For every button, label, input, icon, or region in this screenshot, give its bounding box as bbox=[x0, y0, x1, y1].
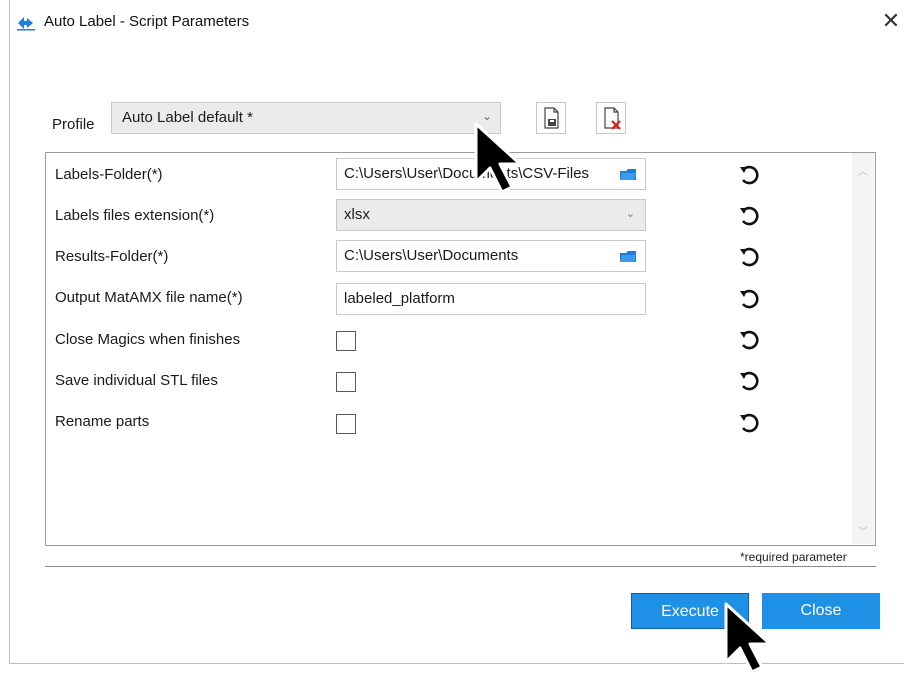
scroll-up-icon[interactable]: ︿ bbox=[852, 163, 874, 178]
rename-parts-checkbox[interactable] bbox=[336, 414, 356, 434]
chevron-down-icon: ⌄ bbox=[625, 208, 635, 220]
reset-icon[interactable] bbox=[738, 329, 760, 351]
profile-select[interactable]: Auto Label default * ⌄ bbox=[111, 102, 501, 134]
reset-icon[interactable] bbox=[738, 246, 760, 268]
close-magics-checkbox[interactable] bbox=[336, 331, 356, 351]
reset-icon[interactable] bbox=[738, 412, 760, 434]
app-logo-icon bbox=[17, 17, 35, 31]
param-label-rename-parts: Rename parts bbox=[55, 413, 150, 430]
scroll-down-icon[interactable]: ﹀ bbox=[852, 523, 874, 538]
reset-icon[interactable] bbox=[738, 288, 760, 310]
required-parameter-note: *required parameter bbox=[740, 550, 847, 564]
folder-icon[interactable] bbox=[619, 249, 637, 264]
labels-folder-value: C:\Users\User\Documents\CSV-Files bbox=[344, 165, 590, 182]
reset-icon[interactable] bbox=[738, 370, 760, 392]
title-bar: Auto Label - Script Parameters ✕ bbox=[0, 0, 904, 44]
output-filename-input[interactable]: labeled_platform bbox=[336, 283, 646, 315]
folder-icon[interactable] bbox=[619, 167, 637, 182]
results-folder-value: C:\Users\User\Documents bbox=[344, 247, 519, 264]
mouse-cursor-icon bbox=[474, 122, 522, 194]
delete-profile-button[interactable] bbox=[596, 102, 626, 134]
param-label-extension: Labels files extension(*) bbox=[55, 207, 215, 224]
param-label-output-name: Output MatAMX file name(*) bbox=[55, 289, 243, 306]
param-label-results-folder: Results-Folder(*) bbox=[55, 248, 169, 265]
reset-icon[interactable] bbox=[738, 164, 760, 186]
delete-document-icon bbox=[604, 107, 621, 130]
mouse-cursor-icon bbox=[724, 602, 772, 674]
extension-select[interactable]: xlsx ⌄ bbox=[336, 199, 646, 231]
profile-label: Profile bbox=[52, 116, 95, 133]
profile-value: Auto Label default * bbox=[122, 109, 253, 126]
param-label-labels-folder: Labels-Folder(*) bbox=[55, 166, 163, 183]
save-profile-button[interactable] bbox=[536, 102, 566, 134]
save-document-icon bbox=[544, 107, 559, 129]
footer-divider bbox=[45, 566, 876, 567]
vertical-scrollbar[interactable]: ︿ ﹀ bbox=[852, 153, 874, 544]
output-filename-value: labeled_platform bbox=[344, 290, 455, 307]
param-label-save-stl: Save individual STL files bbox=[55, 372, 218, 389]
param-label-close-magics: Close Magics when finishes bbox=[55, 331, 241, 348]
results-folder-input[interactable]: C:\Users\User\Documents bbox=[336, 240, 646, 272]
reset-icon[interactable] bbox=[738, 205, 760, 227]
save-stl-checkbox[interactable] bbox=[336, 372, 356, 392]
close-window-icon[interactable]: ✕ bbox=[878, 8, 904, 34]
extension-value: xlsx bbox=[344, 206, 370, 223]
window-title: Auto Label - Script Parameters bbox=[44, 13, 250, 30]
